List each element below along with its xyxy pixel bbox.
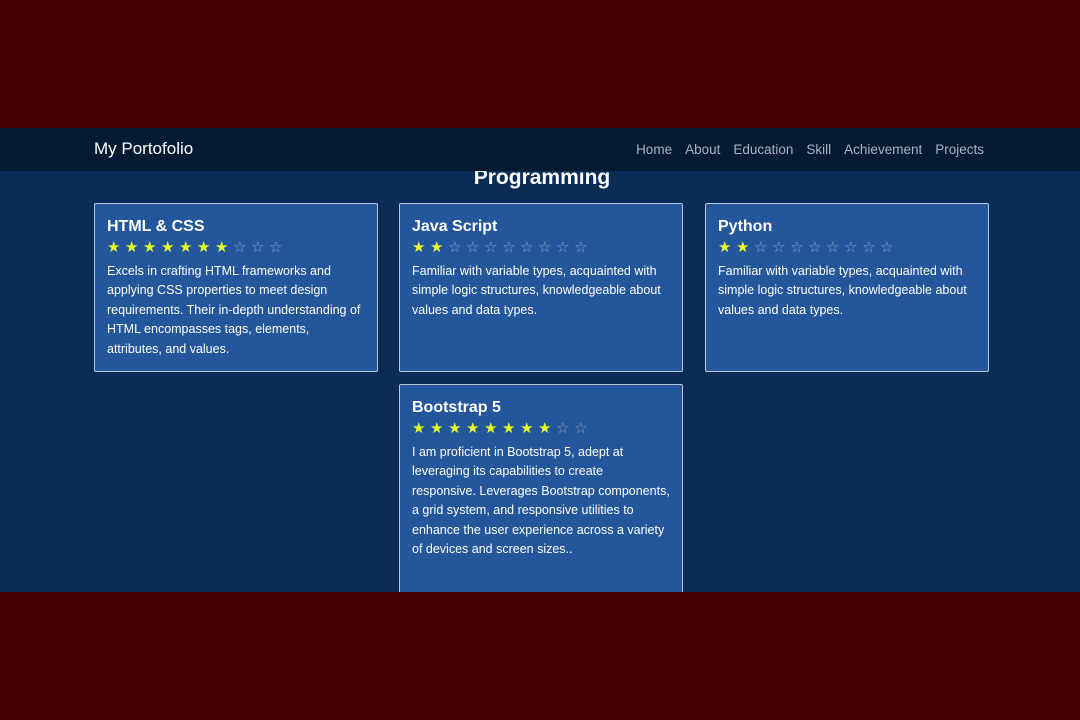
nav-link-projects[interactable]: Projects <box>935 141 984 158</box>
star-filled-icon: ★ <box>430 420 444 437</box>
star-outline-icon: ☆ <box>844 239 858 256</box>
star-outline-icon: ☆ <box>556 239 570 256</box>
star-outline-icon: ☆ <box>269 239 283 256</box>
portfolio-viewport: My Portofolio Home About Education Skill… <box>0 128 1080 592</box>
skill-card-title: Python <box>718 218 773 235</box>
star-outline-icon: ☆ <box>826 239 840 256</box>
star-filled-icon: ★ <box>179 239 193 256</box>
skill-card-title: Java Script <box>412 218 498 235</box>
nav-link-achievement[interactable]: Achievement <box>844 141 922 158</box>
star-filled-icon: ★ <box>143 239 157 256</box>
nav-link-about[interactable]: About <box>685 141 720 158</box>
star-filled-icon: ★ <box>520 420 534 437</box>
star-outline-icon: ☆ <box>880 239 894 256</box>
star-outline-icon: ☆ <box>251 239 265 256</box>
star-outline-icon: ☆ <box>754 239 768 256</box>
star-filled-icon: ★ <box>161 239 175 256</box>
star-filled-icon: ★ <box>125 239 139 256</box>
navbar-brand[interactable]: My Portofolio <box>94 139 193 159</box>
nav-link-education[interactable]: Education <box>733 141 793 158</box>
navbar: My Portofolio Home About Education Skill… <box>0 128 1080 171</box>
nav-link-skill[interactable]: Skill <box>806 141 831 158</box>
nav-link-home[interactable]: Home <box>636 141 672 158</box>
star-filled-icon: ★ <box>430 239 444 256</box>
skill-rating: ★ ★ ☆ ☆ ☆ ☆ ☆ ☆ ☆ ☆ <box>412 239 670 257</box>
star-filled-icon: ★ <box>215 239 229 256</box>
star-outline-icon: ☆ <box>520 239 534 256</box>
skill-card-bootstrap: Bootstrap 5 ★ ★ ★ ★ ★ ★ ★ ★ ☆ ☆ I am proficient i… <box>399 384 683 592</box>
star-filled-icon: ★ <box>466 420 480 437</box>
star-filled-icon: ★ <box>538 420 552 437</box>
skill-rating: ★ ★ ★ ★ ★ ★ ★ ★ ☆ ☆ <box>412 420 670 438</box>
skill-description: Familiar with variable types, acquainted… <box>718 264 967 317</box>
star-filled-icon: ★ <box>412 239 426 256</box>
star-outline-icon: ☆ <box>556 420 570 437</box>
star-filled-icon: ★ <box>736 239 750 256</box>
star-outline-icon: ☆ <box>466 239 480 256</box>
skill-rating: ★ ★ ☆ ☆ ☆ ☆ ☆ ☆ ☆ ☆ <box>718 239 976 257</box>
skill-description: Familiar with variable types, acquainted… <box>412 264 661 317</box>
star-filled-icon: ★ <box>502 420 516 437</box>
star-outline-icon: ☆ <box>484 239 498 256</box>
star-filled-icon: ★ <box>107 239 121 256</box>
star-filled-icon: ★ <box>412 420 426 437</box>
skill-card-html-css: HTML & CSS ★ ★ ★ ★ ★ ★ ★ ☆ ☆ ☆ Excels in crafting… <box>94 203 378 372</box>
star-outline-icon: ☆ <box>808 239 822 256</box>
skill-description: I am proficient in Bootstrap 5, adept at… <box>412 445 670 557</box>
star-outline-icon: ☆ <box>790 239 804 256</box>
star-filled-icon: ★ <box>484 420 498 437</box>
skill-card-title: Bootstrap 5 <box>412 399 501 416</box>
star-filled-icon: ★ <box>718 239 732 256</box>
skill-card-python: Python ★ ★ ☆ ☆ ☆ ☆ ☆ ☆ ☆ ☆ Familiar with variable… <box>705 203 989 372</box>
star-filled-icon: ★ <box>448 420 462 437</box>
skill-description: Excels in crafting HTML frameworks and a… <box>107 264 361 356</box>
skill-rating: ★ ★ ★ ★ ★ ★ ★ ☆ ☆ ☆ <box>107 239 365 257</box>
star-outline-icon: ☆ <box>574 420 588 437</box>
star-outline-icon: ☆ <box>574 239 588 256</box>
skill-card-javascript: Java Script ★ ★ ☆ ☆ ☆ ☆ ☆ ☆ ☆ ☆ Familiar with var… <box>399 203 683 372</box>
star-outline-icon: ☆ <box>448 239 462 256</box>
skill-card-title: HTML & CSS <box>107 218 205 235</box>
star-outline-icon: ☆ <box>233 239 247 256</box>
nav-links: Home About Education Skill Achievement P… <box>636 141 984 158</box>
star-outline-icon: ☆ <box>538 239 552 256</box>
star-outline-icon: ☆ <box>772 239 786 256</box>
star-outline-icon: ☆ <box>862 239 876 256</box>
star-filled-icon: ★ <box>197 239 211 256</box>
star-outline-icon: ☆ <box>502 239 516 256</box>
